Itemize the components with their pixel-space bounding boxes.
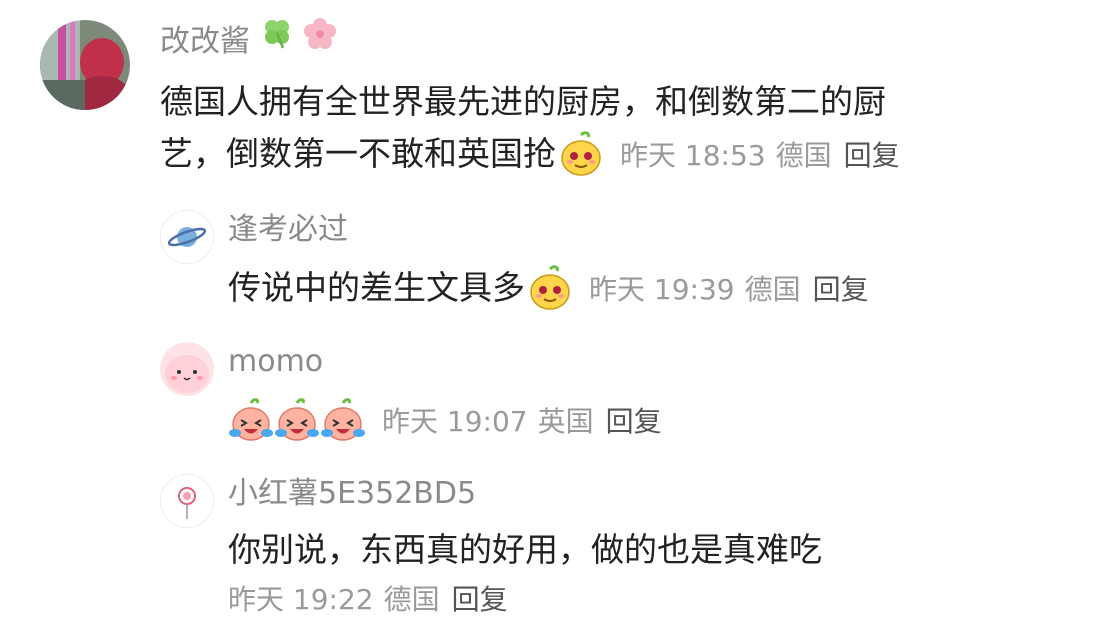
comment-4-username[interactable]: 小红薯5E352BD5 — [228, 474, 476, 514]
comment-4-location: 德国 — [383, 583, 440, 616]
comment-3-username[interactable]: momo — [228, 342, 323, 382]
comment-3-time: 昨天 19:07 — [382, 405, 528, 438]
smirk-potato-emoji — [527, 265, 573, 311]
comment-2-line: 传说中的差生文具多 昨天 19:39 德国 回复 — [228, 262, 869, 314]
comment-4-reply-button[interactable]: 回复 — [452, 578, 508, 618]
crying-laughing-peach-emoji — [228, 397, 274, 443]
comment-3-line: 昨天 19:07 英国 回复 — [228, 394, 662, 446]
avatar-user-2[interactable] — [160, 210, 214, 264]
comment-1-username-row: 改改酱 — [160, 18, 337, 65]
comment-1-line-2: 艺，倒数第一不敢和英国抢 昨天 18:53 德国 回复 — [160, 128, 900, 180]
comment-4-time: 昨天 19:22 — [228, 583, 374, 616]
comment-1-text-line-2: 艺，倒数第一不敢和英国抢 — [160, 134, 556, 173]
comment-1-reply-button[interactable]: 回复 — [844, 134, 900, 174]
comment-1-time: 昨天 18:53 — [620, 139, 766, 172]
comment-2-reply-button[interactable]: 回复 — [813, 268, 869, 308]
cherry-blossom-icon — [303, 16, 337, 61]
comment-3-location: 英国 — [537, 405, 594, 438]
comment-3-reply-button[interactable]: 回复 — [606, 400, 662, 440]
avatar-user-4[interactable] — [160, 474, 214, 528]
comment-1-username[interactable]: 改改酱 — [160, 24, 250, 59]
crying-laughing-peach-emoji — [274, 397, 320, 443]
avatar-user-1[interactable] — [40, 20, 130, 110]
comment-4-meta: 昨天 19:22 德国 回复 — [228, 578, 508, 618]
comment-4-text: 你别说，东西真的好用，做的也是真难吃 — [228, 530, 822, 569]
comment-1-text-line-1: 德国人拥有全世界最先进的厨房，和倒数第二的厨 — [160, 82, 886, 121]
four-leaf-clover-icon — [260, 16, 294, 61]
comment-2-location: 德国 — [744, 273, 801, 306]
comment-2-username[interactable]: 逢考必过 — [228, 210, 348, 250]
crying-laughing-peach-emoji — [320, 397, 366, 443]
avatar-user-3[interactable] — [160, 342, 214, 396]
comment-2-time: 昨天 19:39 — [589, 273, 735, 306]
comment-1-location: 德国 — [775, 139, 832, 172]
smirk-potato-emoji — [558, 131, 604, 177]
comment-2-text: 传说中的差生文具多 — [228, 268, 525, 307]
